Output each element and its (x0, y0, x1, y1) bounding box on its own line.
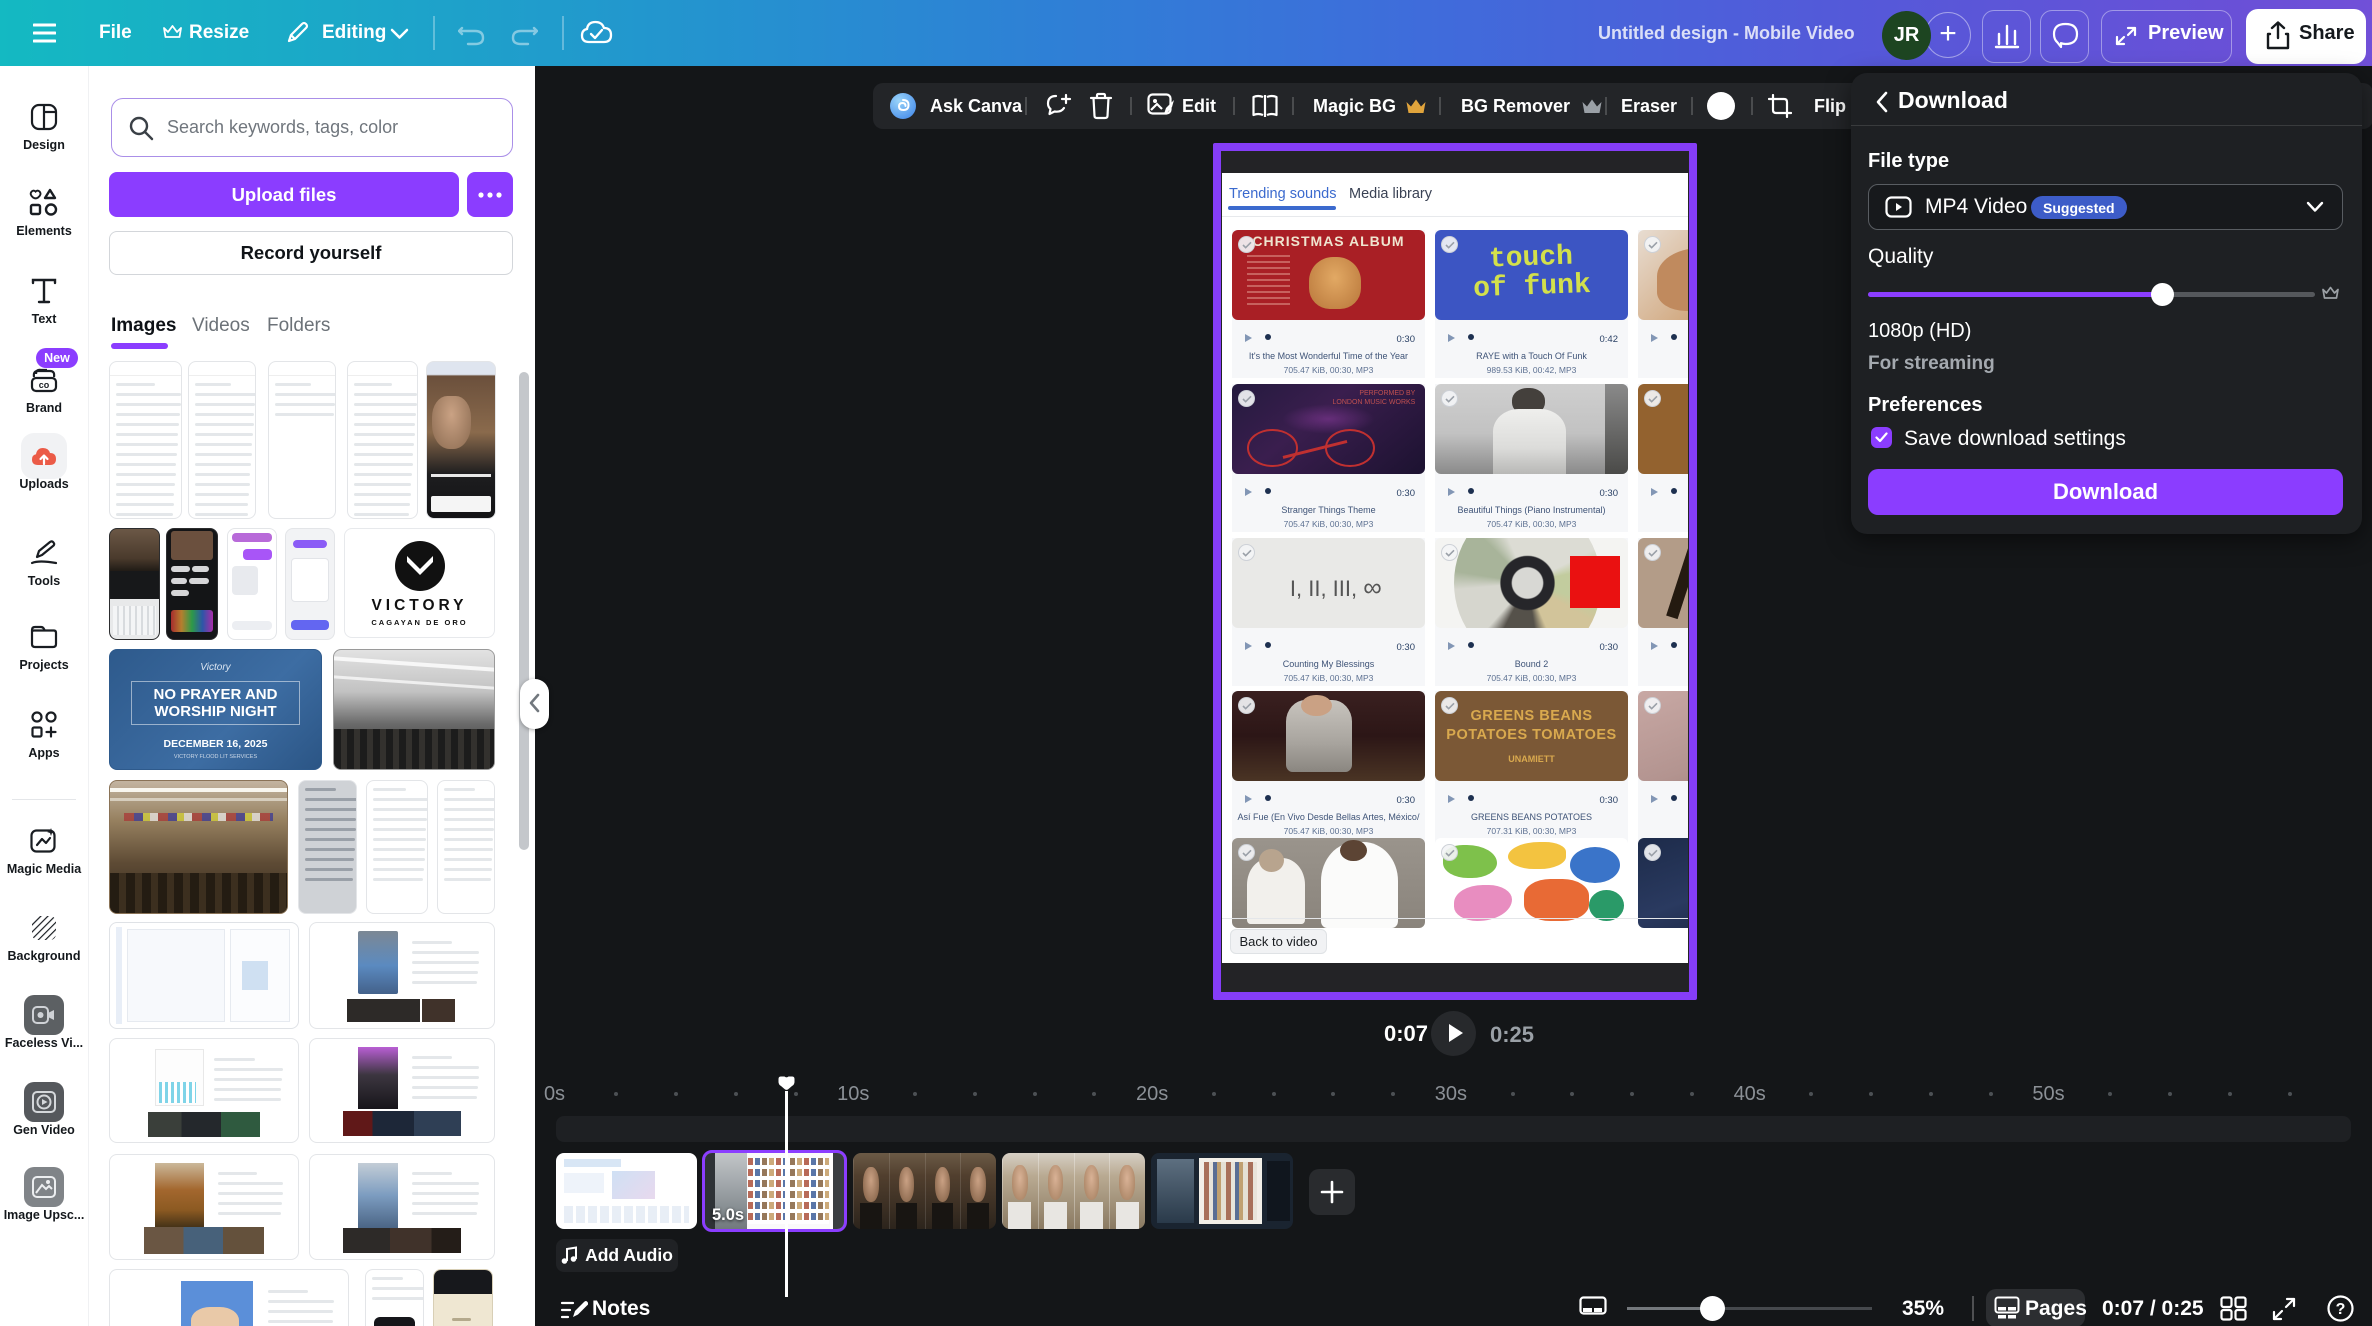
svg-text:?: ? (2336, 1301, 2346, 1318)
svg-text:co: co (39, 380, 50, 390)
